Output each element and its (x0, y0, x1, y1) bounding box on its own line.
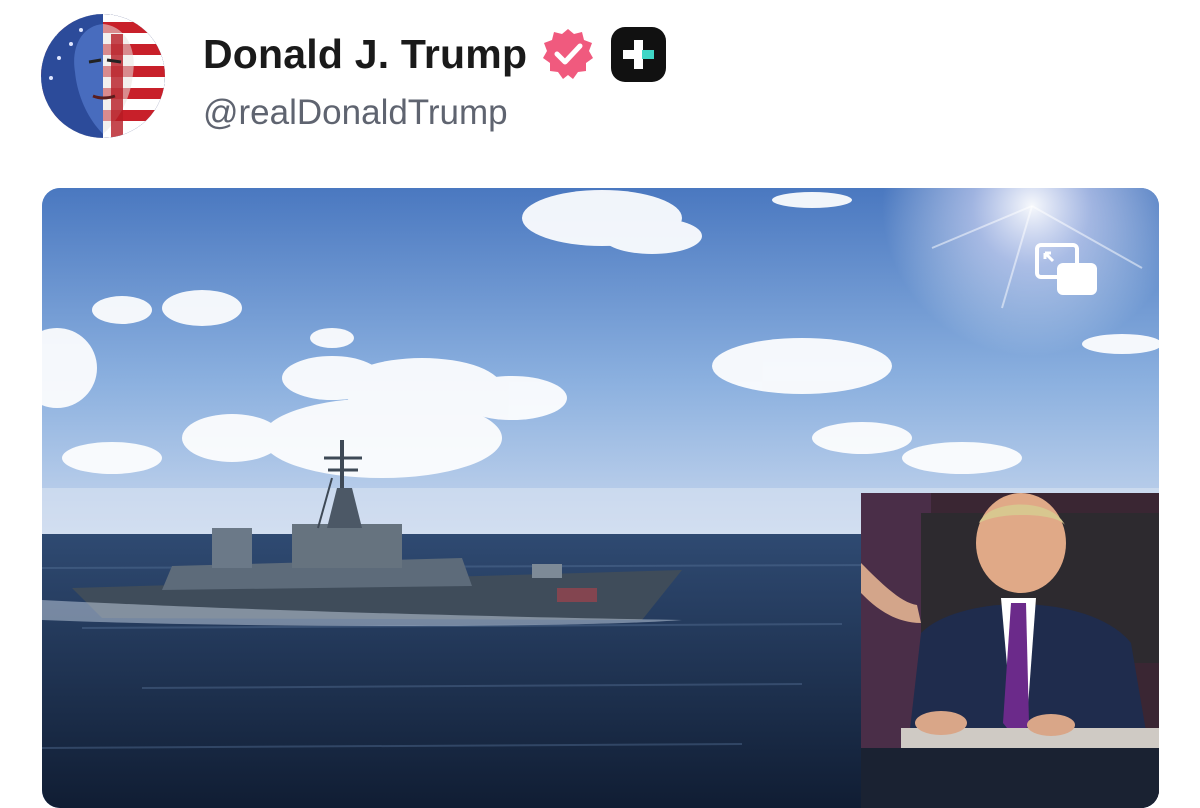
flag-portrait-avatar-icon (41, 14, 165, 138)
video-inset-speaker (861, 493, 1159, 808)
author-handle[interactable]: @realDonaldTrump (203, 93, 508, 133)
picture-in-picture-button[interactable] (1035, 243, 1099, 297)
speaker-at-desk-frame (861, 493, 1159, 808)
verified-badge-icon (543, 29, 594, 79)
author-display-name[interactable]: Donald J. Trump (203, 31, 527, 78)
post-header: Donald J. Trump @realDonaldTrump (0, 0, 1200, 170)
author-name-row: Donald J. Trump (203, 26, 667, 82)
post-video[interactable] (42, 188, 1159, 808)
truth-plus-icon (611, 26, 667, 82)
picture-in-picture-icon (1035, 243, 1097, 295)
author-avatar[interactable] (41, 14, 165, 138)
